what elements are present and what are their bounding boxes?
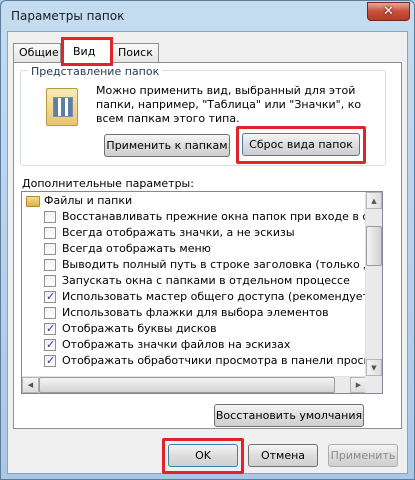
title-bar[interactable]: Параметры папок ✕ [1, 1, 414, 31]
tree-item-label: Отображать обработчики просмотра в панел… [62, 354, 367, 367]
folder-view-group-label: Представление папок [28, 65, 163, 78]
tree-item-preview-handlers[interactable]: Отображать обработчики просмотра в панел… [22, 353, 367, 369]
file-icons-thumbnails-checkbox[interactable] [44, 337, 56, 353]
scroll-down-icon[interactable]: ▼ [366, 359, 382, 376]
tree-item-label: Всегда отображать меню [62, 242, 211, 255]
always-icons-checkbox[interactable] [44, 227, 56, 239]
dialog-client-area: Общие Вид Поиск Представление папок Можн… [7, 31, 408, 474]
ok-button[interactable]: OK [168, 444, 238, 467]
folder-view-icon [46, 88, 78, 126]
close-icon: ✕ [383, 4, 394, 19]
tree-item-always-icons[interactable]: Всегда отображать значки, а не эскизы [22, 225, 367, 241]
window-title: Параметры папок [11, 9, 125, 23]
tree-item-label: Восстанавливать прежние окна папок при в… [62, 210, 367, 223]
scroll-left-icon[interactable]: ◀ [22, 377, 39, 393]
item-checkboxes-checkbox[interactable] [44, 307, 56, 319]
tree-item-separate-process[interactable]: Запускать окна с папками в отдельном про… [22, 273, 367, 289]
tree-item-label: Использовать флажки для выбора элементов [62, 306, 329, 319]
tree-item-label: Всегда отображать значки, а не эскизы [62, 226, 295, 239]
scrollbar-corner [365, 376, 382, 393]
tab-view[interactable]: Вид [61, 37, 113, 66]
advanced-settings-label: Дополнительные параметры: [22, 177, 194, 190]
cancel-button[interactable]: Отмена [248, 444, 318, 467]
tree-item-item-checkboxes[interactable]: Использовать флажки для выбора элементов [22, 305, 367, 321]
tree-item-drive-letters[interactable]: Отображать буквы дисков [22, 321, 367, 337]
full-path-checkbox[interactable] [44, 259, 56, 271]
advanced-settings-tree[interactable]: Файлы и папки Восстанавливать прежние ок… [21, 191, 383, 394]
tree-item-label: Выводить полный путь в строке заголовка … [62, 258, 367, 271]
tree-item-label: Отображать значки файлов на эскизах [62, 338, 291, 351]
reset-folder-view-button[interactable]: Сброс вида папок [242, 133, 360, 156]
folder-view-description: Можно применить вид, выбранный для этой … [96, 84, 362, 125]
tree-item-sharing-wizard[interactable]: Использовать мастер общего доступа (реко… [22, 289, 367, 305]
tab-general[interactable]: Общие [13, 43, 61, 63]
sharing-wizard-checkbox[interactable] [44, 289, 56, 305]
apply-button[interactable]: Применить [328, 444, 398, 467]
horizontal-scrollbar[interactable]: ◀ ▶ [22, 376, 367, 393]
close-button[interactable]: ✕ [367, 2, 410, 21]
drive-letters-checkbox[interactable] [44, 321, 56, 337]
tab-search[interactable]: Поиск [112, 43, 159, 63]
folder-icon [26, 196, 40, 207]
restore-windows-checkbox[interactable] [44, 211, 56, 223]
horizontal-scroll-thumb[interactable] [39, 377, 335, 393]
tree-item-restore-windows[interactable]: Восстанавливать прежние окна папок при в… [22, 209, 367, 225]
tree-item-label: Отображать буквы дисков [62, 322, 217, 335]
vertical-scrollbar[interactable]: ▲ ▼ [365, 192, 382, 376]
vertical-scroll-thumb[interactable] [366, 226, 382, 266]
always-menu-checkbox[interactable] [44, 243, 56, 255]
folder-options-window: Параметры папок ✕ Общие Вид Поиск Предст… [0, 0, 415, 480]
scroll-up-icon[interactable]: ▲ [366, 192, 382, 209]
tree-item-label: Использовать мастер общего доступа (реко… [62, 290, 367, 303]
restore-defaults-button[interactable]: Восстановить умолчания [214, 404, 364, 427]
preview-handlers-checkbox[interactable] [44, 353, 56, 369]
tree-root-files-folders[interactable]: Файлы и папки [22, 193, 367, 209]
separate-process-checkbox[interactable] [44, 275, 56, 287]
apply-to-folders-button[interactable]: Применить к папкам [104, 134, 230, 157]
tree-item-label: Запускать окна с папками в отдельном про… [62, 274, 350, 287]
tree-item-always-menu[interactable]: Всегда отображать меню [22, 241, 367, 257]
tree-item-file-icons-thumbnails[interactable]: Отображать значки файлов на эскизах [22, 337, 367, 353]
tree-root-label: Файлы и папки [44, 194, 133, 207]
tree-item-full-path[interactable]: Выводить полный путь в строке заголовка … [22, 257, 367, 273]
